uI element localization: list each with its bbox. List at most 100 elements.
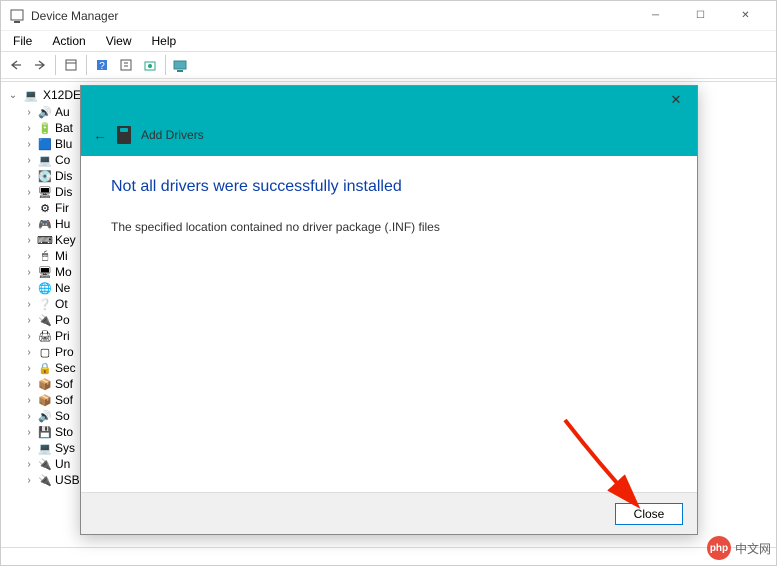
device-icon: 🔊 bbox=[37, 105, 53, 119]
window-controls: ─ ☐ ✕ bbox=[633, 2, 768, 30]
maximize-button[interactable]: ☐ bbox=[678, 2, 723, 30]
device-label: Sys bbox=[55, 441, 75, 455]
device-icon: 🔋 bbox=[37, 121, 53, 135]
expand-icon[interactable]: › bbox=[23, 107, 35, 118]
driver-icon bbox=[117, 126, 131, 144]
expand-icon[interactable]: › bbox=[23, 123, 35, 134]
device-label: Dis bbox=[55, 185, 72, 199]
device-icon: ⚙ bbox=[37, 201, 53, 215]
device-label: Mo bbox=[55, 265, 72, 279]
dialog-body: Not all drivers were successfully instal… bbox=[81, 156, 697, 256]
app-icon bbox=[9, 8, 25, 24]
menu-action[interactable]: Action bbox=[44, 32, 93, 50]
expand-icon[interactable]: › bbox=[23, 395, 35, 406]
back-arrow-icon[interactable]: ← bbox=[93, 127, 107, 143]
watermark-logo: php bbox=[707, 536, 731, 560]
menu-view[interactable]: View bbox=[98, 32, 140, 50]
device-icon: 🌐 bbox=[37, 281, 53, 295]
expand-icon[interactable]: › bbox=[23, 267, 35, 278]
device-icon: 🟦 bbox=[37, 137, 53, 151]
expand-icon[interactable]: › bbox=[23, 347, 35, 358]
expand-icon[interactable]: › bbox=[23, 443, 35, 454]
device-label: Pri bbox=[55, 329, 70, 343]
close-button[interactable]: ✕ bbox=[723, 2, 768, 30]
forward-icon[interactable] bbox=[29, 54, 51, 76]
device-label: Key bbox=[55, 233, 76, 247]
device-icon: 💾 bbox=[37, 425, 53, 439]
expand-icon[interactable]: › bbox=[23, 139, 35, 150]
expand-icon[interactable]: › bbox=[23, 315, 35, 326]
device-icon: 🖨 bbox=[37, 329, 53, 343]
expand-icon[interactable]: › bbox=[23, 427, 35, 438]
device-label: So bbox=[55, 409, 70, 423]
expand-icon[interactable]: › bbox=[23, 283, 35, 294]
device-icon: ▢ bbox=[37, 345, 53, 359]
device-icon: 🖥 bbox=[37, 185, 53, 199]
statusbar bbox=[1, 547, 776, 565]
dialog-close-button[interactable]: ✕ bbox=[661, 89, 691, 111]
svg-text:?: ? bbox=[99, 61, 105, 72]
device-label: Au bbox=[55, 105, 70, 119]
expand-icon[interactable]: › bbox=[23, 155, 35, 166]
expand-icon[interactable]: › bbox=[23, 379, 35, 390]
menu-file[interactable]: File bbox=[5, 32, 40, 50]
menu-help[interactable]: Help bbox=[144, 32, 185, 50]
show-hide-icon[interactable] bbox=[60, 54, 82, 76]
expand-icon[interactable]: › bbox=[23, 203, 35, 214]
device-label: Sof bbox=[55, 393, 73, 407]
device-label: USB bbox=[55, 473, 80, 487]
minimize-button[interactable]: ─ bbox=[633, 2, 678, 30]
device-icon: 🎮 bbox=[37, 217, 53, 231]
expand-icon[interactable]: › bbox=[23, 235, 35, 246]
expand-icon[interactable]: › bbox=[23, 251, 35, 262]
dialog-footer: Close bbox=[81, 492, 697, 534]
device-label: Fir bbox=[55, 201, 69, 215]
device-icon: 🖥 bbox=[37, 265, 53, 279]
device-label: Bat bbox=[55, 121, 73, 135]
expand-icon[interactable]: › bbox=[23, 475, 35, 486]
expand-icon[interactable]: › bbox=[23, 411, 35, 422]
device-icon: 📦 bbox=[37, 393, 53, 407]
dialog-titlebar: ✕ bbox=[81, 86, 697, 114]
device-icon: ❔ bbox=[37, 297, 53, 311]
help-icon[interactable]: ? bbox=[91, 54, 113, 76]
expand-icon[interactable]: › bbox=[23, 187, 35, 198]
expand-icon[interactable]: › bbox=[23, 331, 35, 342]
watermark: php 中文网 bbox=[707, 536, 771, 560]
device-label: Pro bbox=[55, 345, 74, 359]
close-button[interactable]: Close bbox=[615, 503, 683, 525]
expand-icon[interactable]: › bbox=[23, 219, 35, 230]
device-label: Mi bbox=[55, 249, 68, 263]
device-label: Sof bbox=[55, 377, 73, 391]
properties-icon[interactable] bbox=[115, 54, 137, 76]
scan-icon[interactable] bbox=[170, 54, 192, 76]
device-icon: 🔊 bbox=[37, 409, 53, 423]
device-label: Hu bbox=[55, 217, 70, 231]
computer-icon: 💻 bbox=[23, 88, 39, 102]
device-icon: 💻 bbox=[37, 153, 53, 167]
device-icon: 📦 bbox=[37, 377, 53, 391]
device-icon: 🔌 bbox=[37, 457, 53, 471]
menubar: File Action View Help bbox=[1, 31, 776, 51]
device-icon: 🖱 bbox=[37, 249, 53, 263]
collapse-icon[interactable]: ⌄ bbox=[7, 90, 19, 101]
device-label: Sec bbox=[55, 361, 76, 375]
device-label: Ot bbox=[55, 297, 68, 311]
dialog-header: ← Add Drivers bbox=[81, 114, 697, 156]
device-icon: 💽 bbox=[37, 169, 53, 183]
dialog-title: Add Drivers bbox=[141, 128, 204, 142]
device-icon: 🔌 bbox=[37, 473, 53, 487]
device-label: Un bbox=[55, 457, 70, 471]
expand-icon[interactable]: › bbox=[23, 459, 35, 470]
expand-icon[interactable]: › bbox=[23, 171, 35, 182]
update-icon[interactable] bbox=[139, 54, 161, 76]
device-label: Blu bbox=[55, 137, 72, 151]
window-title: Device Manager bbox=[31, 9, 633, 23]
titlebar: Device Manager ─ ☐ ✕ bbox=[1, 1, 776, 31]
dialog-message: The specified location contained no driv… bbox=[111, 220, 667, 234]
device-label: Ne bbox=[55, 281, 70, 295]
expand-icon[interactable]: › bbox=[23, 299, 35, 310]
toolbar: ? bbox=[1, 51, 776, 79]
expand-icon[interactable]: › bbox=[23, 363, 35, 374]
back-icon[interactable] bbox=[5, 54, 27, 76]
